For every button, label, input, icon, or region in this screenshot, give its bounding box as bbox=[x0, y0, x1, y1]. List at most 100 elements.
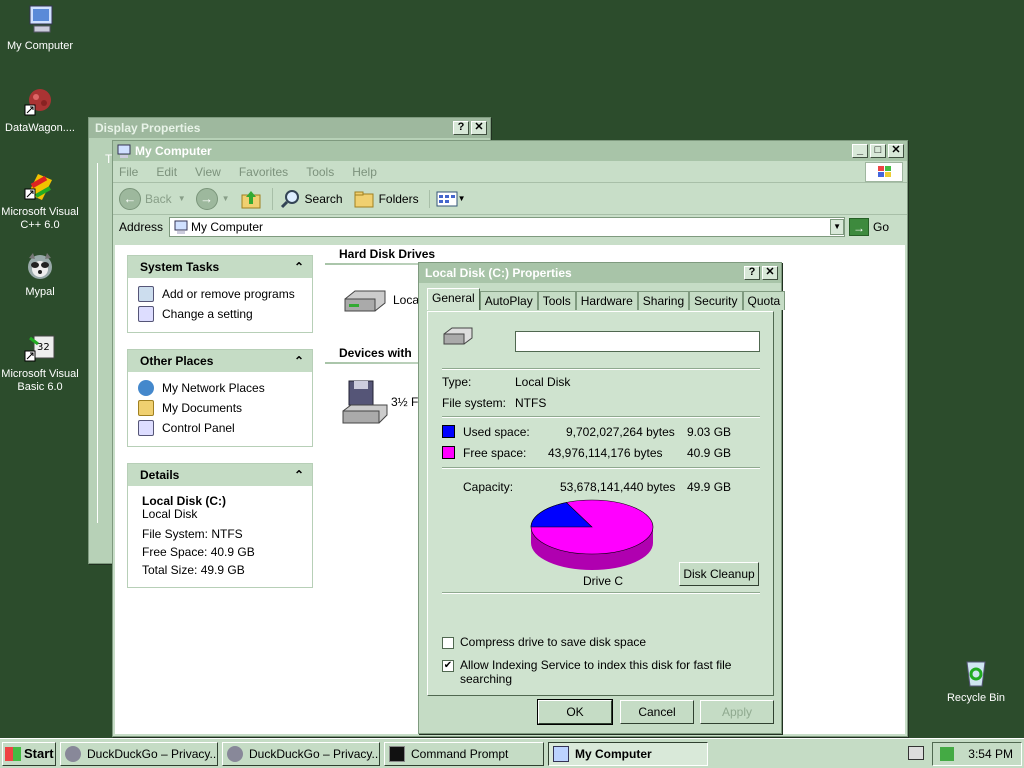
collapse-icon[interactable]: ⌃ bbox=[294, 354, 304, 368]
clock[interactable]: 3:54 PM bbox=[968, 747, 1013, 761]
used-space-label: Used space: bbox=[463, 425, 530, 439]
visual-basic-icon: 32 bbox=[24, 332, 56, 364]
search-icon bbox=[280, 189, 299, 208]
volume-label-input[interactable] bbox=[515, 331, 760, 352]
desktop-icon-my-computer[interactable]: My Computer bbox=[0, 4, 80, 53]
search-button[interactable]: Search bbox=[271, 187, 343, 210]
up-button[interactable] bbox=[240, 188, 262, 210]
close-button[interactable]: ✕ bbox=[762, 266, 778, 280]
tab-security[interactable]: Security bbox=[689, 291, 743, 310]
disk-properties-titlebar[interactable]: Local Disk (C:) Properties ? ✕ bbox=[419, 263, 781, 283]
desktop-icon-visual-cpp[interactable]: Microsoft Visual C++ 6.0 bbox=[0, 170, 80, 232]
menu-view[interactable]: View bbox=[195, 165, 221, 179]
display-properties-titlebar[interactable]: Display Properties ? ✕ bbox=[89, 118, 490, 138]
capacity-label: Capacity: bbox=[463, 480, 514, 494]
close-button[interactable]: ✕ bbox=[471, 121, 487, 135]
my-computer-icon bbox=[117, 144, 131, 158]
place-my-network-places[interactable]: My Network Places bbox=[138, 378, 302, 398]
menu-tools[interactable]: Tools bbox=[306, 165, 334, 179]
recycle-bin-icon bbox=[960, 656, 992, 688]
compress-checkbox[interactable] bbox=[442, 637, 454, 649]
place-control-panel[interactable]: Control Panel bbox=[138, 418, 302, 438]
start-button[interactable]: Start bbox=[2, 741, 56, 766]
my-computer-titlebar[interactable]: My Computer _ □ ✕ bbox=[113, 141, 907, 161]
indexing-label[interactable]: Allow Indexing Service to index this dis… bbox=[460, 658, 773, 686]
chevron-down-icon: ▼ bbox=[457, 194, 466, 203]
menu-bar: File Edit View Favorites Tools Help bbox=[113, 161, 907, 183]
compress-label[interactable]: Compress drive to save disk space bbox=[460, 635, 646, 649]
mypal-icon bbox=[24, 250, 56, 282]
menu-favorites[interactable]: Favorites bbox=[239, 165, 288, 179]
mypal-icon bbox=[65, 745, 81, 762]
tab-tools[interactable]: Tools bbox=[537, 291, 576, 310]
menu-edit[interactable]: Edit bbox=[156, 165, 177, 179]
system-tasks-header[interactable]: System Tasks ⌃ bbox=[128, 256, 312, 278]
my-computer-icon bbox=[553, 745, 569, 762]
desktop-icon-visual-basic[interactable]: 32 Microsoft Visual Basic 6.0 bbox=[0, 332, 80, 394]
drive-item-c[interactable]: Loca bbox=[341, 285, 419, 315]
desktop-icon-label: DataWagon.... bbox=[5, 122, 75, 134]
network-places-icon bbox=[138, 380, 154, 396]
task-add-remove-programs[interactable]: Add or remove programs bbox=[138, 284, 302, 304]
desktop-icon-datawagon[interactable]: DataWagon.... bbox=[0, 86, 80, 135]
ok-button[interactable]: OK bbox=[537, 699, 613, 725]
back-button[interactable]: ← Back ▼ bbox=[119, 187, 186, 210]
help-button[interactable]: ? bbox=[453, 121, 469, 135]
minimize-button[interactable]: _ bbox=[852, 144, 868, 158]
details-filesystem: File System: NTFS bbox=[142, 527, 243, 541]
place-my-documents[interactable]: My Documents bbox=[138, 398, 302, 418]
taskbar-item-my-computer[interactable]: My Computer bbox=[548, 741, 708, 766]
keyboard-icon[interactable] bbox=[908, 746, 924, 760]
menu-help[interactable]: Help bbox=[352, 165, 377, 179]
my-computer-icon bbox=[174, 220, 188, 234]
network-tray-icon[interactable] bbox=[940, 747, 955, 761]
tab-autoplay[interactable]: AutoPlay bbox=[479, 291, 538, 310]
type-label: Type: bbox=[442, 375, 472, 389]
disk-properties-dialog[interactable]: Local Disk (C:) Properties ? ✕ General A… bbox=[418, 262, 786, 734]
separator bbox=[442, 467, 760, 469]
hard-drive-icon bbox=[344, 290, 386, 312]
search-label: Search bbox=[304, 191, 343, 206]
tab-general[interactable]: General bbox=[427, 288, 480, 310]
desktop-icon-recycle-bin[interactable]: Recycle Bin bbox=[936, 656, 1016, 705]
task-change-setting[interactable]: Change a setting bbox=[138, 304, 302, 324]
close-button[interactable]: ✕ bbox=[888, 144, 904, 158]
apply-button[interactable]: Apply bbox=[700, 700, 774, 724]
taskbar-item-duckduckgo-1[interactable]: DuckDuckGo – Privacy... bbox=[60, 741, 218, 766]
folder-icon bbox=[354, 191, 374, 207]
maximize-button[interactable]: □ bbox=[870, 144, 886, 158]
address-input[interactable]: My Computer ▼ bbox=[169, 217, 846, 237]
go-button[interactable]: → Go bbox=[849, 218, 889, 236]
my-computer-icon bbox=[24, 4, 56, 36]
window-title: Display Properties bbox=[95, 121, 201, 135]
free-space-bytes: 43,976,114,176 bytes bbox=[548, 446, 663, 460]
collapse-icon[interactable]: ⌃ bbox=[294, 468, 304, 482]
menu-file[interactable]: File bbox=[119, 165, 138, 179]
taskbar-item-command-prompt[interactable]: Command Prompt bbox=[384, 741, 544, 766]
tab-hardware[interactable]: Hardware bbox=[575, 291, 638, 310]
taskbar-item-duckduckgo-2[interactable]: DuckDuckGo – Privacy... bbox=[222, 741, 380, 766]
start-label: Start bbox=[24, 746, 54, 761]
drive-item-label: Loca bbox=[393, 293, 420, 307]
collapse-icon[interactable]: ⌃ bbox=[294, 260, 304, 274]
cancel-button[interactable]: Cancel bbox=[620, 700, 694, 724]
drive-item-floppy[interactable]: 3½ F bbox=[341, 379, 418, 425]
forward-button[interactable]: → ▼ bbox=[195, 187, 230, 210]
go-arrow-icon: → bbox=[849, 218, 870, 236]
folders-button[interactable]: Folders bbox=[353, 188, 419, 210]
views-button[interactable]: ▼ bbox=[428, 189, 466, 208]
tab-quota[interactable]: Quota bbox=[742, 291, 786, 310]
documents-folder-icon bbox=[138, 400, 154, 416]
indexing-checkbox[interactable]: ✔ bbox=[442, 660, 454, 672]
disk-cleanup-button[interactable]: Disk Cleanup bbox=[679, 562, 759, 586]
windows-logo-icon bbox=[865, 161, 903, 182]
address-dropdown-button[interactable]: ▼ bbox=[830, 219, 845, 235]
filesystem-label: File system: bbox=[442, 396, 507, 410]
tab-sharing[interactable]: Sharing bbox=[637, 291, 690, 310]
details-header[interactable]: Details ⌃ bbox=[128, 464, 312, 486]
other-places-header[interactable]: Other Places ⌃ bbox=[128, 350, 312, 372]
used-space-gb: 9.03 GB bbox=[687, 425, 732, 439]
separator bbox=[442, 592, 760, 594]
desktop-icon-mypal[interactable]: Mypal bbox=[0, 250, 80, 299]
help-button[interactable]: ? bbox=[744, 266, 760, 280]
